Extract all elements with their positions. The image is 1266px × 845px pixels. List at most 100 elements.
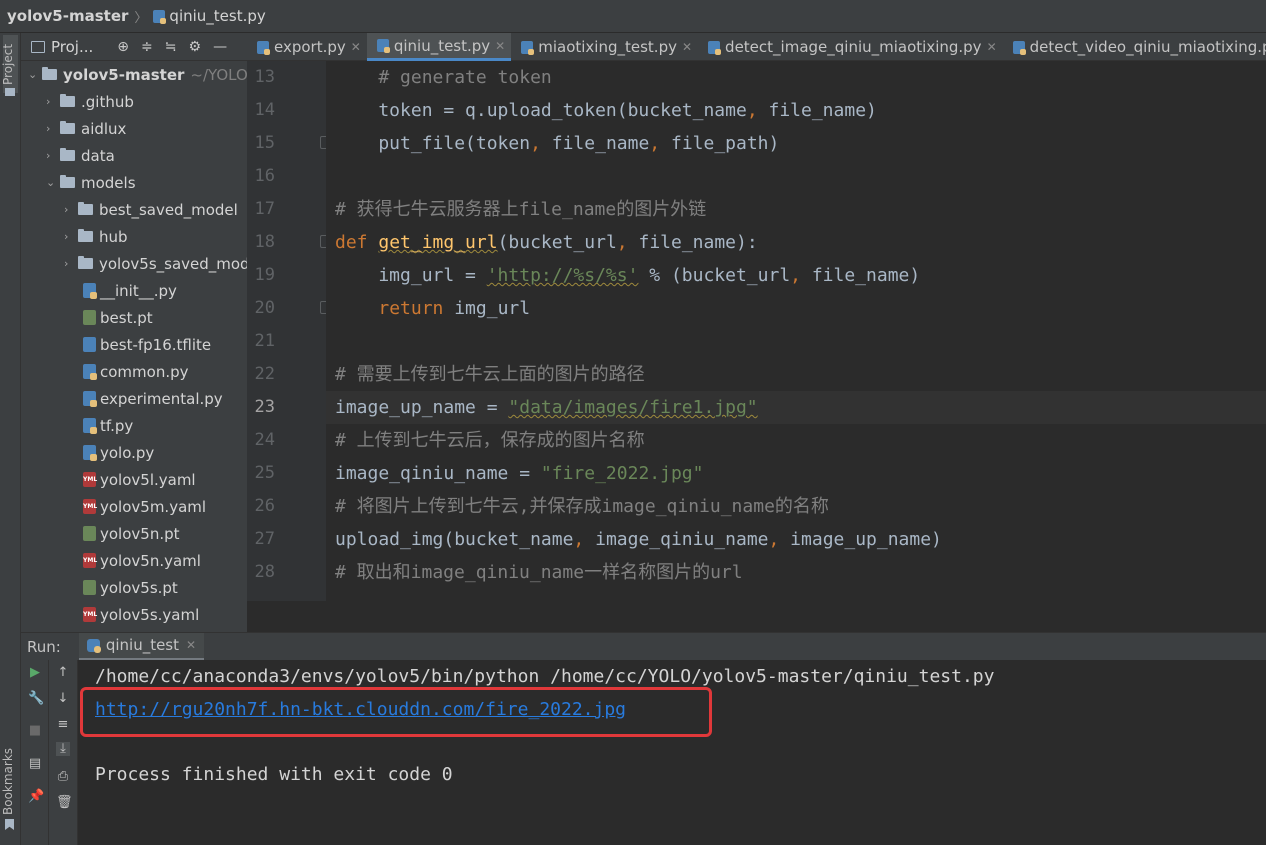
console-command-line: /home/cc/anaconda3/envs/yolov5/bin/pytho… [95, 666, 995, 687]
code-line: return img_url [335, 292, 530, 325]
tree-item[interactable]: YML yolov5m.yaml [83, 493, 206, 520]
tree-root[interactable]: ⌄ yolov5-master ~/YOLO/yo [28, 61, 247, 88]
close-icon[interactable]: ✕ [495, 39, 505, 53]
code-line: image_up_name = "data/images/fire1.jpg" [335, 391, 758, 424]
tree-item-label: yolov5m.yaml [100, 497, 207, 516]
tree-item[interactable]: yolov5n.pt [83, 520, 180, 547]
close-icon[interactable]: ✕ [987, 40, 997, 54]
code-token: # 将图片上传到七牛云,并保存成image_qiniu_name的名称 [335, 496, 829, 517]
code-token: , [790, 265, 801, 286]
print-icon[interactable]: ⎙ [56, 770, 70, 784]
tree-item-label: .github [81, 92, 134, 111]
editor-tab[interactable]: detect_video_qiniu_miaotixing.py✕ [1003, 33, 1266, 61]
wrench-icon[interactable]: 🔧 [28, 692, 44, 706]
python-file-icon [521, 40, 535, 55]
down-arrow-icon[interactable]: ↓ [56, 692, 70, 706]
code-line: image_qiniu_name = "fire_2022.jpg" [335, 457, 703, 490]
run-tab[interactable]: qiniu_test ✕ [78, 632, 205, 661]
code-token: (bucket_url [497, 232, 617, 253]
tree-item-label: data [81, 146, 115, 165]
editor-tab-label: detect_video_qiniu_miaotixing.py [1029, 38, 1266, 56]
tree-item[interactable]: YML yolov5l.yaml [83, 466, 196, 493]
chevron-down-icon[interactable]: ⌄ [46, 176, 60, 189]
code-token: def [335, 232, 379, 253]
up-arrow-icon[interactable]: ↑ [56, 666, 70, 680]
line-number: 19 [254, 265, 275, 285]
minimize-icon[interactable]: — [213, 39, 227, 55]
layout-icon[interactable]: ▤ [28, 757, 42, 771]
tree-item[interactable]: › best_saved_model [64, 196, 238, 223]
scroll-to-end-icon[interactable]: ⤓ [56, 742, 70, 756]
binary-file-icon [83, 310, 96, 325]
close-icon[interactable]: ✕ [682, 40, 692, 54]
breadcrumb-project[interactable]: yolov5-master [7, 7, 128, 25]
code-token: "data/images/fire1.jpg" [508, 397, 758, 418]
run-panel-header: Run: qiniu_test ✕ [21, 632, 1266, 661]
chevron-right-icon[interactable]: › [64, 257, 78, 270]
tree-item[interactable]: yolov5s.pt [83, 574, 178, 601]
bookmarks-tool-label[interactable]: Bookmarks [1, 748, 15, 815]
code-token: 'http://%s/%s' [486, 265, 639, 286]
tree-item[interactable]: common.py [83, 358, 189, 385]
console-url-link[interactable]: http://rgu20nh7f.hn-bkt.clouddn.com/fire… [95, 699, 626, 720]
editor-tab-label: detect_image_qiniu_miaotixing.py [725, 38, 982, 56]
tree-item[interactable]: __init__.py [83, 277, 177, 304]
line-number: 24 [254, 430, 275, 450]
tree-item[interactable]: experimental.py [83, 385, 223, 412]
tree-item[interactable]: › .github [46, 88, 134, 115]
close-icon[interactable]: ✕ [351, 40, 361, 54]
folder-icon [42, 67, 57, 80]
tree-item[interactable]: › aidlux [46, 115, 126, 142]
chevron-down-icon[interactable]: ⌄ [28, 68, 42, 81]
tree-item[interactable]: YML yolov5n.yaml [83, 547, 201, 574]
line-number: 23 [254, 397, 275, 417]
folder-icon [78, 229, 93, 242]
soft-wrap-icon[interactable]: ≡ [56, 718, 70, 732]
tree-item[interactable]: best.pt [83, 304, 153, 331]
code-token: file_path) [660, 133, 780, 154]
project-tool-label[interactable]: Project [1, 44, 15, 85]
stop-icon[interactable]: ■ [28, 724, 42, 738]
python-file-icon [83, 391, 97, 407]
trash-icon[interactable]: 🗑 [56, 796, 73, 810]
tree-item[interactable]: best-fp16.tflite [83, 331, 211, 358]
code-token: file_name) [801, 265, 921, 286]
project-panel-header: Proj... ⊕ ≑ ≒ ⚙ — [21, 33, 247, 61]
chevron-right-icon[interactable]: › [46, 149, 60, 162]
tree-item[interactable]: tf.py [83, 412, 133, 439]
editor-tab[interactable]: miaotixing_test.py ✕ [511, 33, 698, 61]
code-line: # 获得七牛云服务器上file_name的图片外链 [335, 193, 706, 226]
line-number: 25 [254, 463, 275, 483]
tree-item[interactable]: › yolov5s_saved_model [64, 250, 247, 277]
pin-icon[interactable]: 📌 [28, 790, 44, 804]
editor-tab[interactable]: qiniu_test.py ✕ [366, 33, 512, 61]
tree-item[interactable]: ⌄ models [46, 169, 136, 196]
tree-item[interactable]: › hub [64, 223, 128, 250]
rerun-icon[interactable]: ▶ [28, 666, 42, 680]
collapse-all-icon[interactable]: ≒ [165, 39, 177, 55]
code-token: file_name) [757, 100, 877, 121]
gear-icon[interactable]: ⚙ [189, 39, 202, 55]
editor-tab[interactable]: export.py ✕ [247, 33, 367, 61]
breadcrumb-file[interactable]: qiniu_test.py [169, 7, 265, 25]
chevron-right-icon[interactable]: › [46, 95, 60, 108]
project-panel-title[interactable]: Proj... [51, 38, 93, 56]
chevron-right-icon[interactable]: › [46, 122, 60, 135]
expand-all-icon[interactable]: ≑ [141, 39, 153, 55]
tree-item[interactable]: yolo.py [83, 439, 154, 466]
folder-icon [78, 202, 93, 215]
tree-item[interactable]: YML yolov5s.yaml [83, 601, 199, 628]
tree-item[interactable]: › data [46, 142, 115, 169]
code-editor[interactable]: # generate token token = q.upload_token(… [326, 61, 1266, 601]
locate-icon[interactable]: ⊕ [117, 39, 129, 55]
python-file-icon [83, 445, 97, 461]
code-token: # 需要上传到七牛云上面的图片的路径 [335, 364, 645, 385]
close-icon[interactable]: ✕ [186, 638, 196, 652]
python-file-icon [83, 364, 97, 380]
console-exit-message: Process finished with exit code 0 [95, 764, 453, 785]
chevron-right-icon[interactable]: › [64, 230, 78, 243]
chevron-right-icon[interactable]: › [64, 203, 78, 216]
run-console[interactable]: /home/cc/anaconda3/envs/yolov5/bin/pytho… [78, 660, 1266, 845]
editor-tab[interactable]: detect_image_qiniu_miaotixing.py ✕ [698, 33, 1003, 61]
